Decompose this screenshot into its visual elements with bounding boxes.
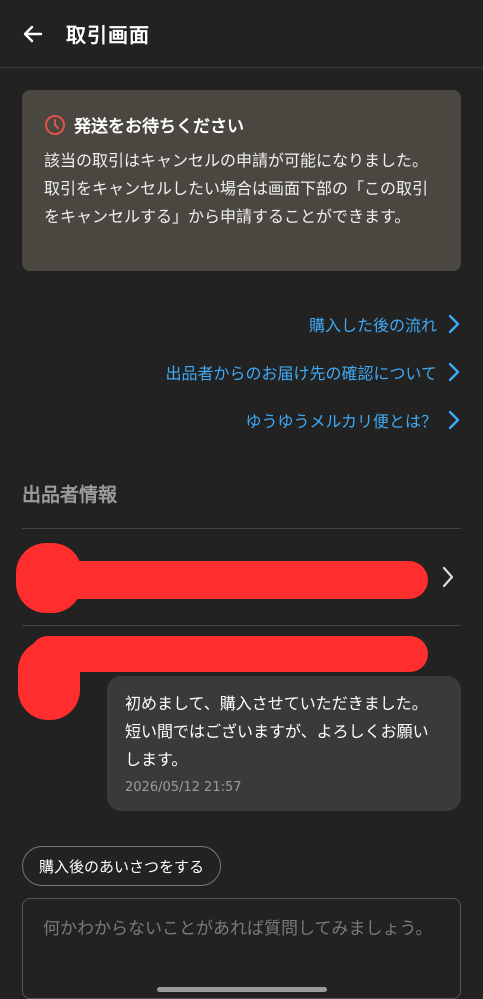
- notice-title: 発送をお待ちください: [74, 117, 244, 137]
- link-label: 出品者からのお届け先の確認について: [165, 364, 437, 383]
- link-delivery-address-check[interactable]: 出品者からのお届け先の確認について: [21, 348, 461, 396]
- app-header: 取引画面: [0, 0, 483, 68]
- help-links: 購入した後の流れ 出品者からのお届け先の確認について ゆうゆうメルカリ便とは？: [21, 300, 461, 444]
- link-label: ゆうゆうメルカリ便とは？: [245, 412, 437, 431]
- message-timestamp: 2026/05/12 21:57: [125, 780, 242, 795]
- question-input[interactable]: [43, 915, 440, 982]
- seller-info-heading: 出品者情報: [22, 484, 118, 506]
- notice-header: 発送をお待ちください: [44, 112, 439, 137]
- chevron-right-icon: [448, 362, 460, 382]
- chevron-right-icon: [448, 410, 460, 430]
- chevron-right-icon: [442, 566, 454, 588]
- home-indicator[interactable]: [157, 987, 327, 992]
- chevron-right-icon: [448, 314, 460, 334]
- redacted-seller-name: [30, 561, 428, 599]
- post-purchase-greeting-button[interactable]: 購入後のあいさつをする: [22, 846, 222, 886]
- seller-profile-row[interactable]: [16, 528, 461, 626]
- link-yuyu-mercari-bin[interactable]: ゆうゆうメルカリ便とは？: [21, 396, 461, 444]
- link-after-purchase-flow[interactable]: 購入した後の流れ: [21, 300, 461, 348]
- question-box: [22, 898, 461, 999]
- clock-icon: [45, 114, 65, 135]
- page-title: 取引画面: [66, 23, 150, 47]
- shipping-notice: 発送をお待ちください 該当の取引はキャンセルの申請が可能になりました。取引をキャ…: [22, 90, 461, 271]
- redacted-message-author: [30, 636, 428, 672]
- redacted-message-avatar: [18, 640, 80, 720]
- back-button[interactable]: [0, 0, 66, 68]
- notice-body: 該当の取引はキャンセルの申請が可能になりました。取引をキャンセルしたい場合は画面…: [44, 151, 429, 226]
- message-bubble: 初めまして、購入させていただきました。短い間ではございますが、よろしくお願いしま…: [107, 676, 461, 811]
- message-text: 初めまして、購入させていただきました。短い間ではございますが、よろしくお願いしま…: [125, 694, 429, 769]
- back-arrow-icon: [23, 25, 43, 42]
- link-label: 購入した後の流れ: [308, 316, 437, 335]
